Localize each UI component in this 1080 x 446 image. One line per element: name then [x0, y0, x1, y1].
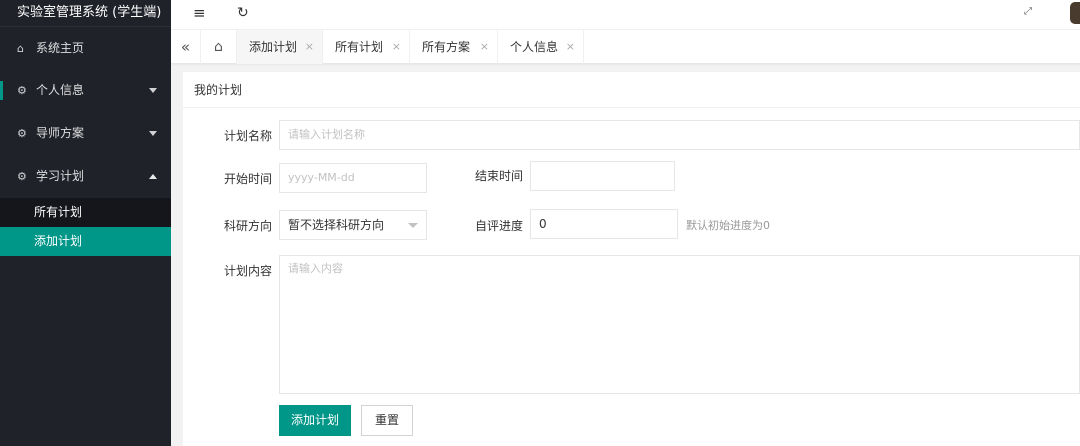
home-tab-icon[interactable]: ⌂	[201, 30, 237, 64]
progress-hint: 默认初始进度为0	[686, 219, 770, 232]
chevron-down-icon	[408, 223, 418, 228]
gear-icon: ⚙	[17, 127, 27, 140]
subnav-study-plan: 所有计划 添加计划	[0, 198, 171, 256]
reset-button[interactable]: 重置	[361, 405, 413, 436]
plan-form-card: 我的计划 计划名称 请输入计划名称 开始时间 yyyy-MM-dd 结束时间 科…	[183, 72, 1080, 446]
card-title: 我的计划	[183, 72, 1080, 108]
sidebar-item-label: 系统主页	[36, 41, 85, 55]
gear-icon: ⚙	[17, 84, 27, 97]
progress-input[interactable]: 0	[530, 209, 678, 239]
tab-bar: « ⌂ 添加计划 × 所有计划 × 所有方案 × 个人信息 ×	[171, 30, 1080, 64]
collapse-menu-icon[interactable]: ≡	[193, 4, 206, 22]
start-time-label: 开始时间	[224, 172, 273, 186]
fullscreen-icon[interactable]: ⤢	[1024, 6, 1032, 17]
sidebar-subitem-all-plans[interactable]: 所有计划	[0, 198, 171, 227]
tab-profile[interactable]: 个人信息 ×	[498, 30, 584, 64]
content-label: 计划内容	[224, 264, 273, 278]
end-time-label: 结束时间	[475, 169, 524, 183]
chevron-down-icon	[149, 88, 157, 93]
chevron-down-icon	[149, 131, 157, 136]
top-header: ≡ ↻ ⤢	[171, 0, 1080, 30]
close-icon[interactable]: ×	[480, 30, 489, 64]
start-time-input[interactable]: yyyy-MM-dd	[279, 163, 427, 193]
avatar[interactable]	[1070, 2, 1080, 24]
plan-name-label: 计划名称	[224, 129, 273, 143]
add-plan-button[interactable]: 添加计划	[279, 405, 351, 436]
close-icon[interactable]: ×	[305, 30, 314, 64]
chevron-up-icon	[149, 174, 157, 179]
tabs-scroll-left-icon[interactable]: «	[171, 30, 201, 64]
sidebar-subitem-add-plan[interactable]: 添加计划	[0, 227, 171, 256]
tab-label: 所有方案	[422, 40, 471, 54]
refresh-icon[interactable]: ↻	[237, 5, 249, 21]
sidebar-item-label: 学习计划	[36, 169, 85, 183]
home-icon: ⌂	[17, 42, 24, 55]
sidebar-item-label: 导师方案	[36, 126, 85, 140]
gear-icon: ⚙	[17, 170, 27, 183]
direction-select[interactable]: 暂不选择科研方向	[279, 210, 427, 240]
content-textarea[interactable]: 请输入内容	[279, 255, 1080, 394]
progress-label: 自评进度	[475, 219, 524, 233]
close-icon[interactable]: ×	[392, 30, 401, 64]
sidebar-item-advisor-plans[interactable]: ⚙ 导师方案	[0, 112, 171, 155]
active-marker	[0, 81, 3, 100]
close-icon[interactable]: ×	[566, 30, 575, 64]
tab-label: 个人信息	[510, 40, 559, 54]
sidebar-item-home[interactable]: ⌂ 系统主页	[0, 26, 171, 69]
sidebar: 实验室管理系统 (学生端) ⌂ 系统主页 ⚙ 个人信息 ⚙ 导师方案 ⚙ 学习计划 所有…	[0, 0, 171, 446]
plan-name-input[interactable]: 请输入计划名称	[279, 120, 1080, 150]
tab-all-plans[interactable]: 所有计划 ×	[323, 30, 410, 64]
tab-add-plan[interactable]: 添加计划 ×	[237, 30, 323, 64]
sidebar-item-label: 个人信息	[36, 83, 85, 97]
tab-label: 添加计划	[249, 40, 298, 54]
tab-label: 所有计划	[335, 40, 384, 54]
end-time-input[interactable]	[530, 161, 675, 191]
tab-all-schemes[interactable]: 所有方案 ×	[410, 30, 498, 64]
sidebar-item-profile[interactable]: ⚙ 个人信息	[0, 69, 171, 112]
direction-selected-value: 暂不选择科研方向	[288, 218, 385, 232]
direction-label: 科研方向	[224, 219, 273, 233]
app-title: 实验室管理系统 (学生端)	[0, 0, 171, 26]
sidebar-item-study-plan[interactable]: ⚙ 学习计划	[0, 155, 171, 198]
